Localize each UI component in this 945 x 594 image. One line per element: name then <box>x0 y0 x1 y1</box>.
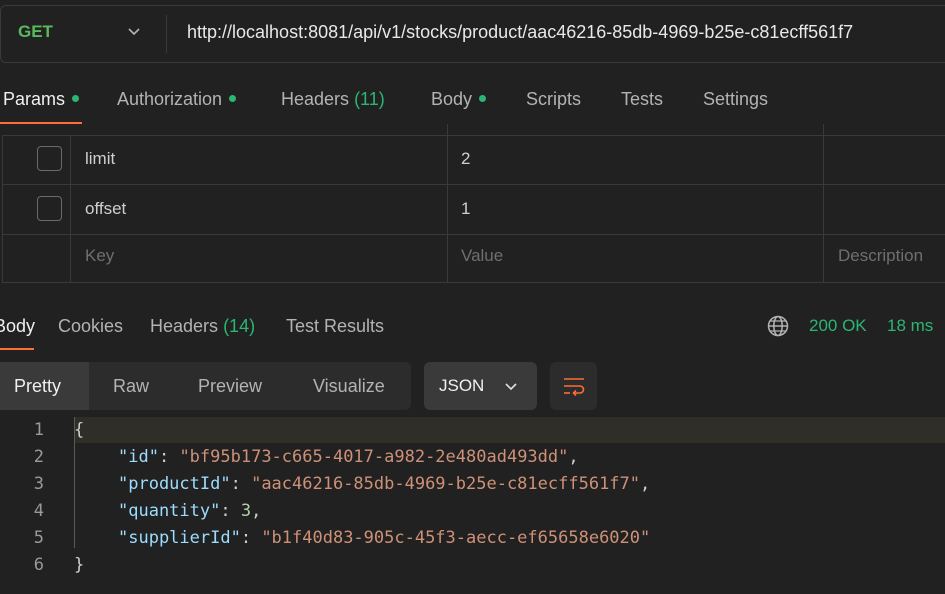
param-checkbox[interactable] <box>37 196 62 221</box>
json-key: "supplierId" <box>118 528 241 548</box>
wrap-lines-icon <box>564 378 585 397</box>
tab-label: Tests <box>621 89 664 109</box>
json-comma: , <box>640 474 651 494</box>
column-divider <box>70 135 71 283</box>
current-line-highlight <box>74 417 945 443</box>
tab-label: Headers <box>281 89 350 109</box>
status-dot <box>229 94 237 102</box>
active-tab-indicator <box>0 122 82 124</box>
key-input[interactable]: Key <box>85 246 114 266</box>
param-value[interactable]: 2 <box>461 149 470 169</box>
tab-label: Headers <box>150 316 219 336</box>
column-divider <box>447 124 448 283</box>
format-label: JSON <box>439 376 485 395</box>
chevron-down-icon[interactable] <box>126 24 142 40</box>
json-key: "productId" <box>118 474 231 494</box>
tab-params[interactable]: Params <box>3 89 80 110</box>
view-raw-button[interactable]: Raw <box>113 376 149 397</box>
tab-count: (14) <box>223 316 256 336</box>
tab-label: Settings <box>703 89 769 109</box>
code-line[interactable]: "supplierId": "b1f40d83-905c-45f3-aecc-e… <box>118 528 650 548</box>
tab-label: Authorization <box>117 89 223 109</box>
json-comma: , <box>251 501 262 521</box>
status-dot <box>479 94 487 102</box>
response-tab-headers[interactable]: Headers (14) <box>150 316 255 337</box>
url-divider <box>166 15 167 53</box>
line-number: 3 <box>33 474 44 494</box>
json-value: "b1f40d83-905c-45f3-aecc-ef65658e6020" <box>261 528 651 548</box>
method-select[interactable]: GET <box>18 22 53 42</box>
column-divider <box>823 124 824 283</box>
param-value[interactable]: 1 <box>461 199 470 219</box>
tab-label: Body <box>431 89 473 109</box>
line-number: 5 <box>33 528 44 548</box>
view-pretty-button[interactable]: Pretty <box>14 376 61 397</box>
tab-settings[interactable]: Settings <box>703 89 768 110</box>
tab-label: Test Results <box>286 316 385 336</box>
tab-headers[interactable]: Headers (11) <box>281 89 385 110</box>
tab-tests[interactable]: Tests <box>621 89 663 110</box>
line-number: 6 <box>33 555 44 575</box>
tab-label: Scripts <box>526 89 582 109</box>
json-value: "aac46216-85db-4969-b25e-c81ecff561f7" <box>251 474 641 494</box>
param-key[interactable]: offset <box>85 199 126 219</box>
param-key[interactable]: limit <box>85 149 115 169</box>
json-value: 3 <box>240 501 252 521</box>
description-input[interactable]: Description <box>838 246 923 266</box>
open-brace: { <box>74 420 85 440</box>
close-brace: } <box>74 555 85 575</box>
line-number: 1 <box>33 420 44 440</box>
status-dot <box>72 94 80 102</box>
view-preview-button[interactable]: Preview <box>198 376 262 397</box>
code-line[interactable]: "quantity": 3, <box>118 501 261 521</box>
code-line[interactable]: "productId": "aac46216-85db-4969-b25e-c8… <box>118 474 650 494</box>
code-line[interactable]: } <box>74 555 84 575</box>
json-value: "bf95b173-c665-4017-a982-2e480ad493dd" <box>179 447 569 467</box>
tab-label: Body <box>0 316 36 336</box>
response-tab-test-results[interactable]: Test Results <box>286 316 384 337</box>
tab-scripts[interactable]: Scripts <box>526 89 581 110</box>
response-time[interactable]: 18 ms <box>887 316 933 336</box>
tab-label: Params <box>3 89 66 109</box>
value-input[interactable]: Value <box>461 246 503 266</box>
tab-count: (11) <box>354 89 385 109</box>
code-line[interactable]: { <box>74 420 84 440</box>
view-visualize-button[interactable]: Visualize <box>313 376 385 397</box>
tab-label: Cookies <box>58 316 124 336</box>
chevron-down-icon <box>505 383 517 391</box>
code-line[interactable]: "id": "bf95b173-c665-4017-a982-2e480ad49… <box>118 447 579 467</box>
status-code[interactable]: 200 OK <box>809 316 867 336</box>
globe-icon[interactable] <box>766 314 790 338</box>
json-key: "quantity" <box>118 501 221 521</box>
json-comma: , <box>568 447 579 467</box>
tab-body[interactable]: Body <box>431 89 487 110</box>
url-input[interactable]: http://localhost:8081/api/v1/stocks/prod… <box>187 22 853 43</box>
line-number: 2 <box>33 447 44 467</box>
json-key: "id" <box>118 447 159 467</box>
active-tab-indicator <box>0 348 34 350</box>
response-tab-body[interactable]: Body <box>0 316 35 337</box>
row-divider <box>2 234 945 235</box>
response-tab-cookies[interactable]: Cookies <box>58 316 123 337</box>
param-checkbox[interactable] <box>37 146 62 171</box>
tab-authorization[interactable]: Authorization <box>117 89 237 110</box>
line-number: 4 <box>33 501 44 521</box>
row-divider <box>2 184 945 185</box>
